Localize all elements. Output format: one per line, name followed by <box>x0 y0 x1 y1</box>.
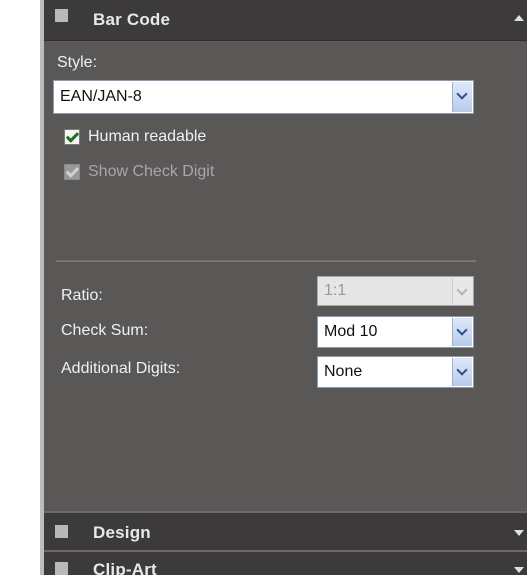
section-header-design[interactable]: Design <box>44 511 527 550</box>
collapse-arrow-icon[interactable] <box>514 15 524 21</box>
ratio-label: Ratio: <box>61 287 103 304</box>
section-title-bar-code: Bar Code <box>93 10 171 29</box>
chevron-down-icon[interactable] <box>452 358 472 386</box>
chevron-down-icon[interactable] <box>452 82 472 112</box>
human-readable-label: Human readable <box>88 128 207 145</box>
style-label: Style: <box>57 54 98 71</box>
style-select[interactable]: EAN/JAN-8 <box>53 80 474 114</box>
properties-panel: Bar Code Style: EAN/JAN-8 Human readable… <box>44 0 527 575</box>
expand-arrow-icon[interactable] <box>514 530 524 536</box>
chevron-down-icon[interactable] <box>452 318 472 346</box>
section-square-icon <box>55 562 68 575</box>
additional-digits-select[interactable]: None <box>317 356 474 388</box>
ratio-select-value: 1:1 <box>324 282 347 299</box>
check-sum-select[interactable]: Mod 10 <box>317 316 474 348</box>
human-readable-checkbox[interactable] <box>64 129 80 145</box>
section-title-clip-art: Clip-Art <box>93 560 157 575</box>
check-sum-select-value: Mod 10 <box>324 323 378 340</box>
show-check-digit-checkbox[interactable] <box>64 164 80 180</box>
expand-arrow-icon[interactable] <box>514 567 524 573</box>
ratio-select[interactable]: 1:1 <box>317 276 474 306</box>
show-check-digit-label: Show Check Digit <box>88 163 215 180</box>
section-header-bar-code[interactable]: Bar Code <box>44 0 527 41</box>
additional-digits-label: Additional Digits: <box>61 360 181 377</box>
section-square-icon <box>55 525 68 538</box>
section-header-clip-art[interactable]: Clip-Art <box>44 550 527 575</box>
check-sum-label: Check Sum: <box>61 322 149 339</box>
section-separator <box>56 260 476 262</box>
left-margin <box>0 0 40 575</box>
section-square-icon <box>55 9 68 22</box>
style-select-value: EAN/JAN-8 <box>60 88 142 105</box>
additional-digits-select-value: None <box>324 363 363 380</box>
section-title-design: Design <box>93 523 151 542</box>
chevron-down-icon[interactable] <box>452 278 472 304</box>
